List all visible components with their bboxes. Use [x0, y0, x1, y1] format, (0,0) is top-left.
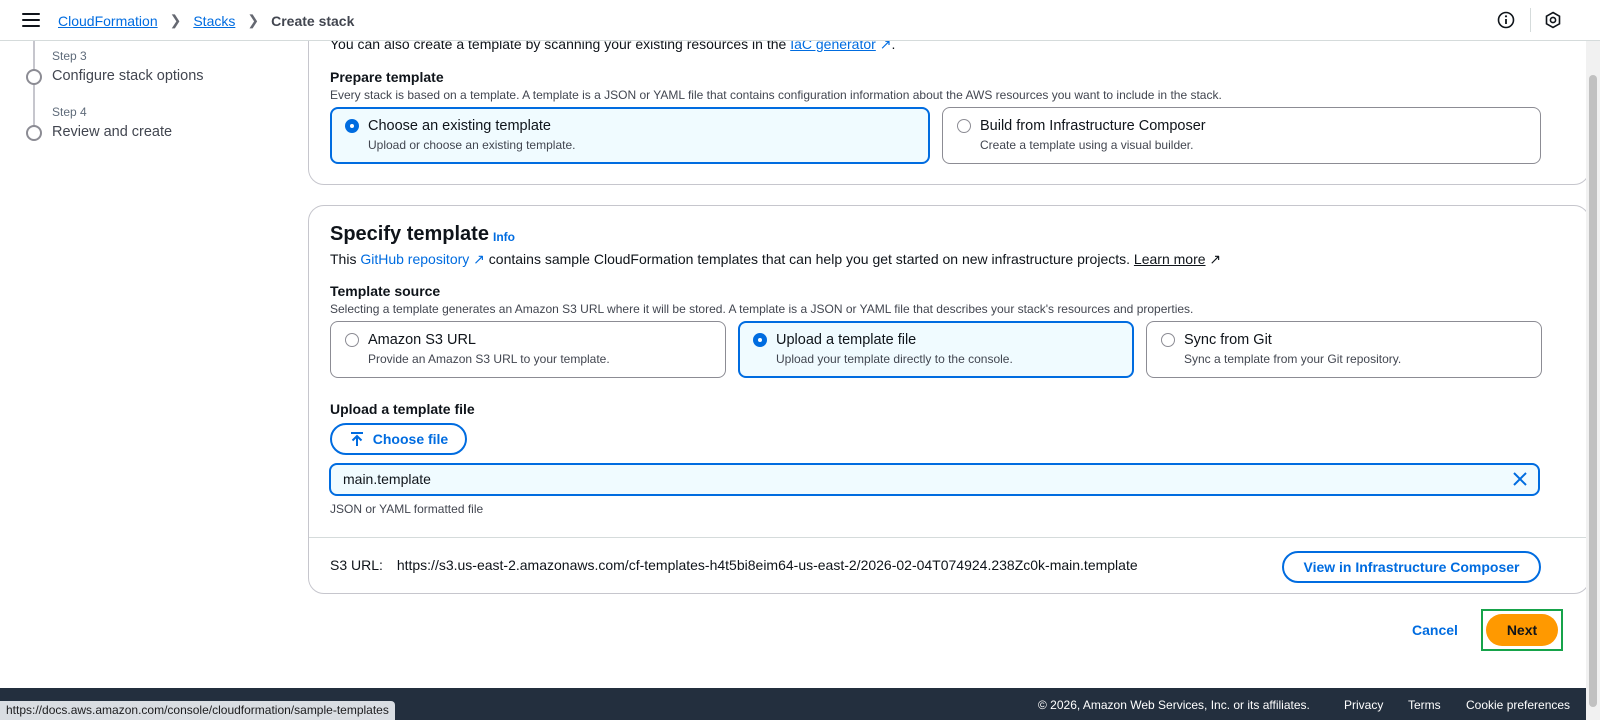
- s3-url-row: S3 URL: https://s3.us-east-2.amazonaws.c…: [330, 557, 1138, 573]
- upload-icon: [350, 432, 363, 446]
- info-link[interactable]: Info: [493, 230, 515, 244]
- source-upload-template[interactable]: Upload a template file Upload your templ…: [738, 321, 1134, 378]
- source-sync-from-git[interactable]: Sync from Git Sync a template from your …: [1146, 321, 1542, 378]
- template-source-desc: Selecting a template generates an Amazon…: [330, 302, 1194, 316]
- prepare-template-label: Prepare template: [330, 69, 444, 85]
- option-build-composer[interactable]: Build from Infrastructure Composer Creat…: [942, 107, 1541, 164]
- radio-selected-icon[interactable]: [753, 333, 767, 347]
- s3-url-value: https://s3.us-east-2.amazonaws.com/cf-te…: [396, 557, 1138, 573]
- step-3-title[interactable]: Configure stack options: [52, 68, 204, 84]
- specify-template-container: Specify template Info This GitHub reposi…: [308, 205, 1590, 594]
- top-navigation: CloudFormation ❯ Stacks ❯ Create stack: [0, 0, 1600, 41]
- chevron-right-icon: ❯: [169, 12, 182, 28]
- s3-url-label: S3 URL:: [330, 557, 383, 573]
- divider: [1530, 8, 1531, 32]
- menu-icon[interactable]: [22, 13, 40, 27]
- privacy-link[interactable]: Privacy: [1344, 698, 1383, 712]
- close-icon[interactable]: [1512, 471, 1528, 487]
- breadcrumb-stacks[interactable]: Stacks: [193, 13, 235, 29]
- cancel-button[interactable]: Cancel: [1412, 622, 1458, 638]
- step-3-number: Step 3: [52, 49, 87, 63]
- selected-file-field[interactable]: main.template: [329, 463, 1540, 496]
- prepare-template-desc: Every stack is based on a template. A te…: [330, 88, 1222, 102]
- source-amazon-s3-url[interactable]: Amazon S3 URL Provide an Amazon S3 URL t…: [330, 321, 726, 378]
- radio-icon[interactable]: [1161, 333, 1175, 347]
- next-button[interactable]: Next: [1486, 614, 1558, 646]
- step-connector: [33, 41, 35, 136]
- cookie-preferences-link[interactable]: Cookie preferences: [1466, 698, 1570, 712]
- status-bar-url: https://docs.aws.amazon.com/console/clou…: [0, 701, 395, 720]
- step-3-circle-icon: [26, 69, 42, 85]
- divider: [309, 537, 1589, 538]
- step-4-number: Step 4: [52, 105, 87, 119]
- settings-icon[interactable]: [1544, 11, 1562, 29]
- breadcrumb-current: Create stack: [271, 12, 355, 29]
- upload-file-label: Upload a template file: [330, 401, 475, 417]
- step-4-title[interactable]: Review and create: [52, 124, 172, 140]
- step-4-circle-icon: [26, 125, 42, 141]
- terms-link[interactable]: Terms: [1408, 698, 1441, 712]
- view-in-composer-button[interactable]: View in Infrastructure Composer: [1282, 551, 1541, 583]
- breadcrumb-cloudformation[interactable]: CloudFormation: [58, 13, 158, 29]
- choose-file-button[interactable]: Choose file: [330, 423, 467, 455]
- chevron-right-icon: ❯: [247, 12, 260, 28]
- file-name: main.template: [343, 471, 431, 487]
- external-link-icon: ↗: [473, 251, 485, 267]
- specify-template-desc: This GitHub repository ↗ contains sample…: [330, 251, 1222, 267]
- radio-icon[interactable]: [345, 333, 359, 347]
- file-hint: JSON or YAML formatted file: [330, 502, 484, 516]
- template-source-label: Template source: [330, 283, 441, 299]
- learn-more-link[interactable]: Learn more: [1134, 251, 1206, 267]
- specify-template-heading: Specify template: [330, 223, 489, 245]
- option-choose-existing[interactable]: Choose an existing template Upload or ch…: [330, 107, 930, 164]
- breadcrumb: CloudFormation ❯ Stacks ❯ Create stack: [58, 12, 354, 29]
- scrollbar-thumb[interactable]: [1589, 75, 1597, 707]
- info-icon[interactable]: [1497, 11, 1515, 29]
- radio-icon[interactable]: [957, 119, 971, 133]
- github-repository-link[interactable]: GitHub repository: [360, 251, 469, 267]
- external-link-icon: ↗: [1209, 251, 1222, 267]
- radio-selected-icon[interactable]: [345, 119, 359, 133]
- copyright: © 2026, Amazon Web Services, Inc. or its…: [1038, 698, 1310, 712]
